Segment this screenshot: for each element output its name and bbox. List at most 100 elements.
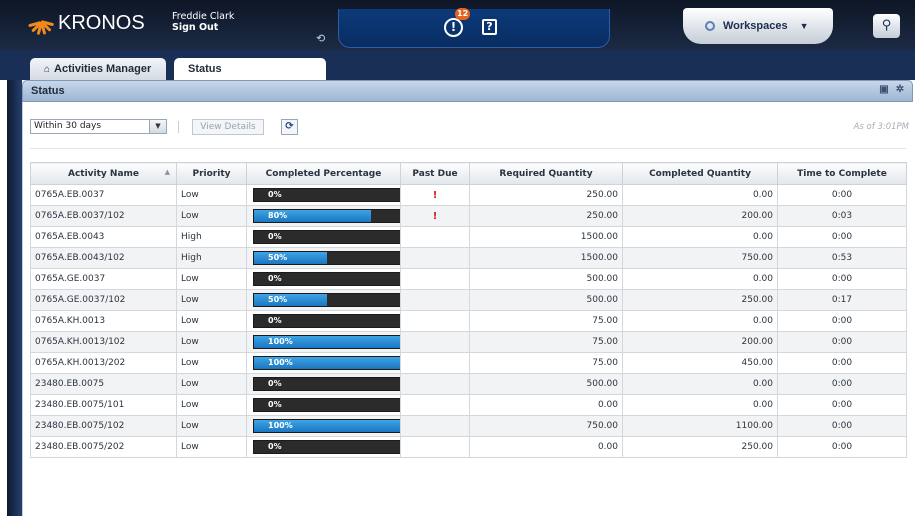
completed-quantity-cell: 0.00	[622, 226, 778, 248]
completed-percentage-cell: 0%	[246, 436, 401, 458]
column-header-required-quantity[interactable]: Required Quantity	[469, 162, 623, 185]
completed-quantity-cell: 200.00	[622, 205, 778, 227]
alerts-count-badge: 12	[455, 8, 471, 20]
progress-bar: 100%	[253, 419, 400, 433]
table-row[interactable]: 0765A.EB.0037 Low 0%! 250.00 0.00 0:00	[30, 184, 907, 206]
time-to-complete-cell: 0:00	[777, 352, 907, 374]
kronos-logo[interactable]: KRONOS	[28, 10, 148, 36]
completed-quantity-cell: 0.00	[622, 310, 778, 332]
progress-bar: 80%	[253, 209, 400, 223]
tab-label: Status	[188, 63, 222, 75]
progress-bar: 0%	[253, 230, 400, 244]
column-header-activity-name[interactable]: Activity Name ▲	[30, 162, 177, 185]
progress-bar: 50%	[253, 293, 400, 307]
required-quantity-cell: 750.00	[469, 415, 623, 437]
maximize-icon[interactable]: ▣	[878, 84, 890, 96]
toolbar-divider	[178, 121, 179, 133]
completed-percentage-cell: 0%	[246, 394, 401, 416]
search-button[interactable]: ⚲	[873, 14, 900, 38]
completed-percentage-cell: 0%	[246, 373, 401, 395]
completed-quantity-cell: 0.00	[622, 268, 778, 290]
table-row[interactable]: 0765A.GE.0037 Low 0% 500.00 0.00 0:00	[30, 268, 907, 290]
completed-percentage-cell: 50%	[246, 289, 401, 311]
chevron-down-icon[interactable]: ▼	[149, 120, 166, 133]
table-row[interactable]: 23480.EB.0075/101 Low 0% 0.00 0.00 0:00	[30, 394, 907, 416]
progress-label: 0%	[268, 400, 282, 409]
priority-cell: Low	[176, 331, 247, 353]
column-header-past-due[interactable]: Past Due	[400, 162, 470, 185]
table-row[interactable]: 0765A.EB.0037/102 Low 80%! 250.00 200.00 0:03	[30, 205, 907, 227]
past-due-cell	[400, 310, 470, 332]
past-due-cell	[400, 268, 470, 290]
sync-icon[interactable]: ⟲	[316, 33, 328, 45]
required-quantity-cell: 75.00	[469, 352, 623, 374]
past-due-cell	[400, 373, 470, 395]
column-header-completed-percentage[interactable]: Completed Percentage	[246, 162, 401, 185]
completed-percentage-cell: 0%	[246, 226, 401, 248]
activity-name-cell: 0765A.KH.0013	[30, 310, 177, 332]
priority-cell: High	[176, 226, 247, 248]
past-due-cell	[400, 331, 470, 353]
table-row[interactable]: 23480.EB.0075/202 Low 0% 0.00 250.00 0:00	[30, 436, 907, 458]
past-due-cell	[400, 352, 470, 374]
time-to-complete-cell: 0:53	[777, 247, 907, 269]
past-due-indicator: !	[432, 210, 438, 222]
required-quantity-cell: 75.00	[469, 310, 623, 332]
alerts-button[interactable]: !	[444, 18, 463, 37]
tab-activities-manager[interactable]: ⌂ Activities Manager	[30, 58, 166, 80]
time-to-complete-cell: 0:00	[777, 310, 907, 332]
status-panel-header: Status ▣ ✲	[22, 80, 913, 102]
past-due-indicator: !	[432, 189, 438, 201]
date-range-select[interactable]: Within 30 days ▼	[30, 119, 167, 134]
completed-percentage-cell: 100%	[246, 352, 401, 374]
table-row[interactable]: 0765A.EB.0043/102 High 50% 1500.00 750.00 0:5…	[30, 247, 907, 269]
required-quantity-cell: 500.00	[469, 289, 623, 311]
priority-cell: Low	[176, 394, 247, 416]
refresh-button[interactable]: ⟳	[281, 119, 298, 135]
table-row[interactable]: 0765A.KH.0013/202 Low 100% 75.00 450.00 0:00	[30, 352, 907, 374]
kronos-logo-icon	[28, 12, 55, 36]
column-header-completed-quantity[interactable]: Completed Quantity	[622, 162, 778, 185]
progress-label: 50%	[268, 295, 288, 304]
column-header-priority[interactable]: Priority	[176, 162, 247, 185]
workspaces-button[interactable]: Workspaces ▼	[683, 8, 833, 44]
priority-cell: Low	[176, 352, 247, 374]
past-due-cell: !	[400, 184, 470, 206]
progress-label: 100%	[268, 358, 293, 367]
activity-name-cell: 23480.EB.0075/101	[30, 394, 177, 416]
home-icon: ⌂	[44, 64, 51, 75]
priority-cell: Low	[176, 310, 247, 332]
past-due-cell	[400, 247, 470, 269]
completed-percentage-cell: 0%	[246, 310, 401, 332]
activity-name-cell: 0765A.EB.0043	[30, 226, 177, 248]
as-of-timestamp: As of 3:01PM	[853, 122, 909, 132]
completed-quantity-cell: 200.00	[622, 331, 778, 353]
top-header: KRONOS Freddie Clark Sign Out ⟲ ! 12 ? W…	[0, 0, 915, 50]
table-row[interactable]: 23480.EB.0075 Low 0% 500.00 0.00 0:00	[30, 373, 907, 395]
panel-title: Status	[31, 85, 65, 97]
view-details-button[interactable]: View Details	[192, 119, 264, 135]
activity-name-cell: 0765A.KH.0013/102	[30, 331, 177, 353]
progress-label: 0%	[268, 190, 282, 199]
required-quantity-cell: 1500.00	[469, 226, 623, 248]
table-row[interactable]: 0765A.KH.0013 Low 0% 75.00 0.00 0:00	[30, 310, 907, 332]
progress-label: 0%	[268, 274, 282, 283]
notification-band	[338, 9, 610, 48]
table-row[interactable]: 23480.EB.0075/102 Low 100% 750.00 1100.00 0:0…	[30, 415, 907, 437]
tab-status[interactable]: Status	[174, 58, 326, 80]
completed-quantity-cell: 450.00	[622, 352, 778, 374]
priority-cell: High	[176, 247, 247, 269]
progress-bar: 0%	[253, 377, 400, 391]
table-row[interactable]: 0765A.GE.0037/102 Low 50% 500.00 250.00 0:17	[30, 289, 907, 311]
activity-name-cell: 0765A.GE.0037	[30, 268, 177, 290]
progress-label: 100%	[268, 421, 293, 430]
table-row[interactable]: 0765A.EB.0043 High 0% 1500.00 0.00 0:00	[30, 226, 907, 248]
help-button[interactable]: ?	[482, 19, 497, 35]
sign-out-link[interactable]: Sign Out	[172, 22, 234, 33]
table-row[interactable]: 0765A.KH.0013/102 Low 100% 75.00 200.00 0:00	[30, 331, 907, 353]
column-header-time-to-complete[interactable]: Time to Complete	[777, 162, 907, 185]
user-name: Freddie Clark	[172, 11, 235, 22]
priority-cell: Low	[176, 436, 247, 458]
gear-icon[interactable]: ✲	[894, 84, 906, 96]
completed-quantity-cell: 0.00	[622, 184, 778, 206]
